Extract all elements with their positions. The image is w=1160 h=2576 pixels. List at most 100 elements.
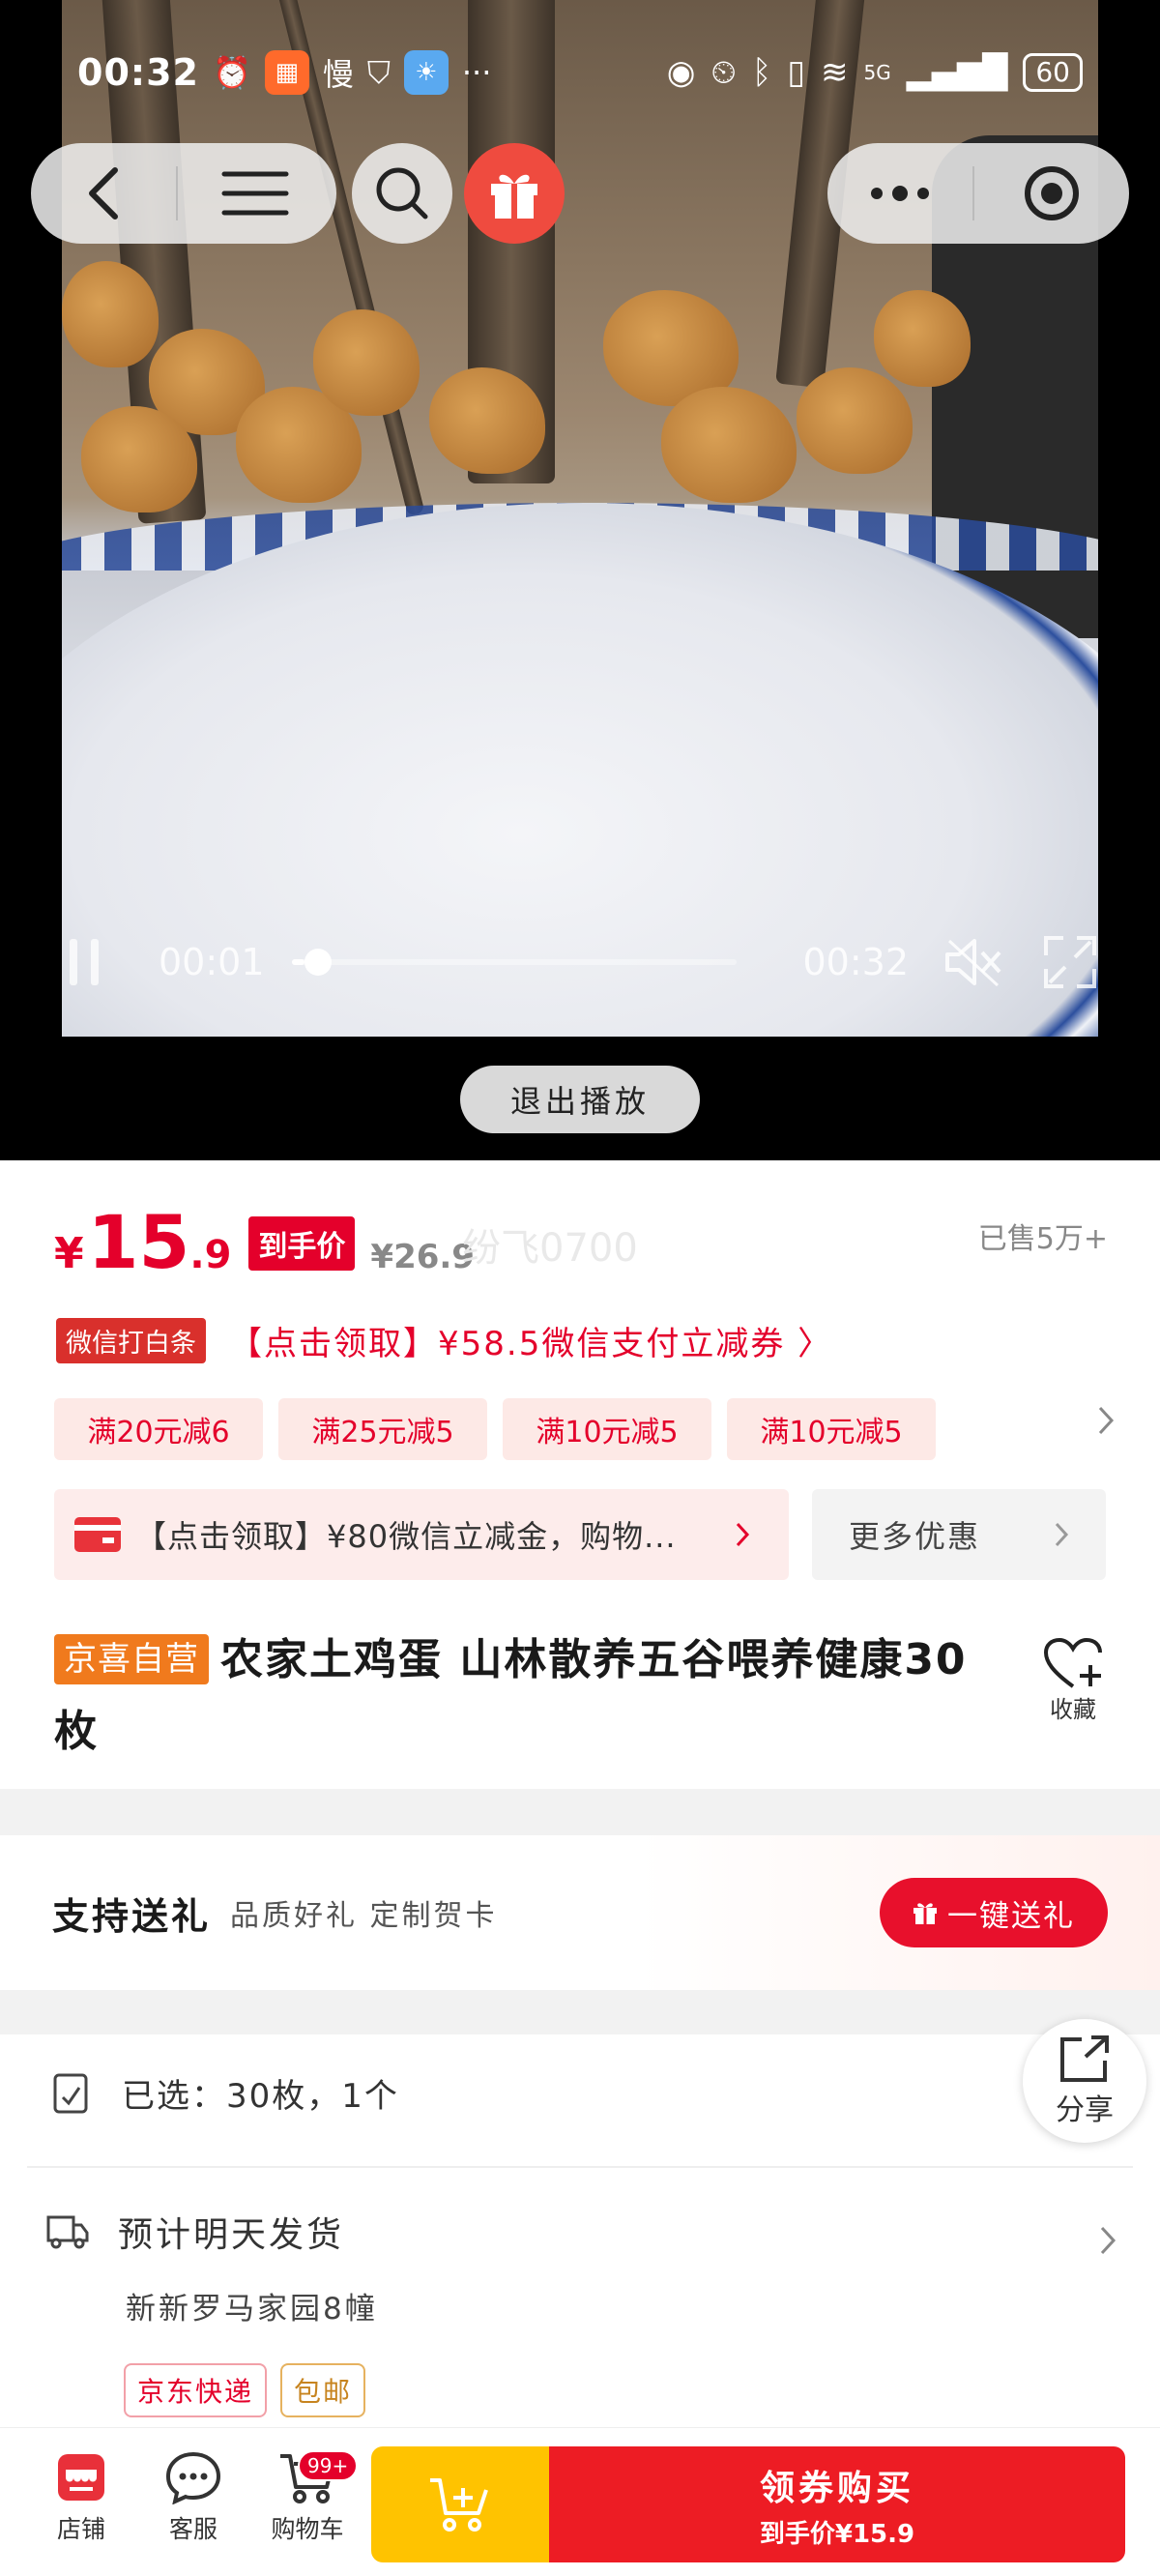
more-offers-button[interactable]: 更多优惠 [812, 1489, 1106, 1580]
delivery-address: 新新罗马家园8幢 [126, 2292, 378, 2327]
coupon-chip[interactable]: 满20元减6 [54, 1398, 263, 1460]
app-notification-icon: ▦ [264, 50, 309, 95]
cart-count-badge: 99+ [298, 2450, 359, 2481]
coupon-list: 满20元减6 满25元减5 满10元减5 满10元减5 [54, 1398, 936, 1460]
search-icon [376, 167, 428, 220]
gift-section: 支持送礼 品质好礼 定制贺卡 一键送礼 [0, 1835, 1160, 1990]
more-dots-icon [871, 186, 929, 201]
share-button[interactable]: 分享 [1023, 2019, 1146, 2143]
gift-title: 支持送礼 [52, 1894, 212, 1938]
wifi-icon: ≋ [821, 53, 849, 92]
service-label: 客服 [168, 2515, 218, 2543]
store-label: 店铺 [56, 2515, 105, 2543]
shipping-row[interactable]: 预计明天发货 [46, 2207, 344, 2257]
buy-with-coupon-button[interactable]: 领券购买 到手价¥15.9 [549, 2446, 1125, 2562]
gift-icon [491, 174, 537, 219]
heart-plus-icon [1044, 1638, 1102, 1688]
jd-express-tag: 京东快递 [124, 2363, 268, 2417]
price-row: ¥ 15 .9 到手价 ¥26.9 [54, 1199, 475, 1285]
gift-button[interactable] [464, 143, 565, 244]
fullscreen-icon [1044, 936, 1096, 988]
progress-bar[interactable] [291, 949, 737, 976]
total-time: 00:32 [802, 941, 909, 983]
shipping-tags: 京东快递 包邮 [124, 2363, 366, 2417]
video-area: 00:32 ⏰ ▦ 慢 ⛉ ☀ ··· ◉ ⏲ ᛒ ▯ ≋ 5G ▂▄▆█ 60 [0, 0, 1160, 1160]
progress-fill [291, 959, 305, 965]
truck-icon [46, 2215, 89, 2249]
progress-knob[interactable] [304, 949, 333, 976]
weather-icon: ☀ [403, 50, 449, 95]
free-shipping-tag: 包邮 [280, 2363, 366, 2417]
final-price-badge: 到手价 [248, 1216, 356, 1271]
back-button[interactable] [31, 143, 176, 244]
send-gift-label: 一键送礼 [947, 1898, 1075, 1934]
battery-indicator: 60 [1023, 53, 1083, 92]
network-label: 5G [863, 61, 891, 84]
menu-icon [221, 171, 289, 216]
service-button[interactable]: 客服 [145, 2450, 242, 2545]
clipboard-check-icon [53, 2073, 88, 2113]
price-currency: ¥ [54, 1229, 84, 1278]
watermark: 纷飞0700 [462, 1226, 638, 1271]
coupon-chip[interactable]: 满10元减5 [727, 1398, 936, 1460]
signal-icon: ▂▄▆█ [906, 53, 1008, 92]
overflow-icon: ··· [461, 54, 492, 91]
price-integer: 15 [87, 1199, 190, 1285]
nav-pill-left [31, 143, 336, 244]
chat-icon [165, 2451, 221, 2504]
chevron-right-icon [736, 1522, 750, 1547]
fullscreen-button[interactable] [1042, 934, 1098, 990]
mute-icon [945, 939, 1001, 987]
shield-icon: ⛉ [366, 53, 391, 91]
buy-label: 领券购买 [759, 2468, 914, 2508]
price-decimal: .9 [189, 1233, 232, 1277]
app-label: 慢 [322, 56, 354, 93]
add-to-cart-button[interactable] [371, 2446, 549, 2562]
close-miniapp-button[interactable] [974, 143, 1129, 244]
chevron-right-icon[interactable] [1098, 2224, 1117, 2257]
pause-icon[interactable] [70, 939, 99, 985]
card-icon [74, 1517, 121, 1552]
coupon-chip[interactable]: 满25元减5 [278, 1398, 487, 1460]
cart-plus-icon [430, 2478, 488, 2532]
gift-icon [914, 1903, 937, 1924]
favorite-button[interactable]: 收藏 [1044, 1638, 1102, 1724]
original-price: ¥26.9 [370, 1238, 475, 1276]
promo-text: 【点击领取】¥80微信立减金，购物... [135, 1518, 677, 1555]
status-bar: 00:32 ⏰ ▦ 慢 ⛉ ☀ ··· ◉ ⏲ ᛒ ▯ ≋ 5G ▂▄▆█ 60 [62, 39, 1098, 106]
vibrate-icon: ▯ [787, 53, 806, 92]
more-button[interactable] [827, 143, 972, 244]
mute-button[interactable] [943, 937, 1003, 987]
buy-price-label: 到手价¥15.9 [759, 2519, 915, 2549]
player-controls: 00:01 00:32 [62, 923, 1098, 1001]
wechat-promo[interactable]: 微信打白条 【点击领取】¥58.5微信支付立减券 〉 [56, 1317, 832, 1364]
favorite-label: 收藏 [1050, 1696, 1096, 1723]
promo-banner[interactable]: 【点击领取】¥80微信立减金，购物... [54, 1489, 789, 1580]
alarm-off-icon: ⏰ [212, 54, 251, 91]
share-label: 分享 [1056, 2093, 1114, 2127]
divider [27, 2166, 1133, 2168]
chevron-right-icon[interactable] [1096, 1404, 1116, 1437]
capsule-right [827, 143, 1129, 244]
self-operated-badge: 京喜自营 [54, 1634, 209, 1684]
coupon-chip[interactable]: 满10元减5 [503, 1398, 711, 1460]
menu-button[interactable] [178, 143, 333, 244]
target-icon [1025, 166, 1079, 220]
alarm-icon: ⏲ [710, 53, 737, 92]
gift-subtitle: 品质好礼 定制贺卡 [230, 1899, 498, 1933]
search-button[interactable] [352, 143, 452, 244]
chevron-right-icon [1055, 1522, 1069, 1547]
shipping-text: 预计明天发货 [118, 2215, 345, 2255]
exit-playback-button[interactable]: 退出播放 [460, 1066, 700, 1133]
selected-spec-row[interactable]: 已选：30枚，1个 [52, 2069, 399, 2117]
more-offers-label: 更多优惠 [849, 1518, 981, 1555]
back-icon [89, 167, 118, 220]
store-button[interactable]: 店铺 [33, 2450, 130, 2545]
eye-icon: ◉ [666, 53, 696, 92]
send-gift-button[interactable]: 一键送礼 [880, 1878, 1108, 1947]
selected-spec-text: 已选：30枚，1个 [122, 2077, 399, 2116]
status-time: 00:32 [77, 51, 199, 94]
cart-label: 购物车 [271, 2515, 344, 2543]
sold-count: 已售5万+ [977, 1222, 1108, 1256]
bluetooth-icon: ᛒ [751, 53, 772, 92]
